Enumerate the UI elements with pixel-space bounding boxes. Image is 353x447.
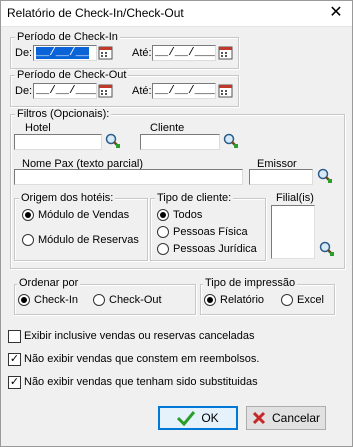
ordenar-legend: Ordenar por bbox=[17, 277, 81, 289]
radio-pessoa-juridica-label: Pessoas Jurídica bbox=[173, 243, 257, 255]
checkout-period-legend: Período de Check-Out bbox=[15, 69, 129, 81]
window-title: Relatório de Check-In/Check-Out bbox=[7, 6, 184, 20]
radio-ordenar-checkout[interactable] bbox=[93, 294, 105, 306]
calendar-icon[interactable] bbox=[218, 45, 234, 61]
calendar-icon[interactable] bbox=[98, 45, 114, 61]
cliente-field[interactable] bbox=[140, 134, 220, 150]
ok-button[interactable]: OK bbox=[158, 406, 238, 430]
cliente-label: Cliente bbox=[150, 122, 185, 134]
checkout-ate-field[interactable]: __/__/____ bbox=[152, 83, 216, 99]
cancel-x-icon bbox=[252, 411, 266, 425]
checkbox-nao-exibir-substituidas-label: Não exibir vendas que tenham sido substi… bbox=[24, 376, 258, 388]
tipo-impressao-legend: Tipo de impressão bbox=[203, 277, 298, 289]
origem-legend: Origem dos hotéis: bbox=[19, 192, 116, 204]
hotel-field[interactable] bbox=[14, 134, 102, 150]
search-icon[interactable] bbox=[104, 132, 122, 150]
radio-pessoa-fisica-label: Pessoas Física bbox=[173, 226, 248, 238]
radio-pessoa-juridica[interactable] bbox=[157, 243, 169, 255]
checkin-period-legend: Período de Check-In bbox=[15, 31, 120, 43]
nome-pax-field[interactable] bbox=[14, 169, 243, 185]
search-icon[interactable] bbox=[316, 167, 334, 185]
checkin-ate-field[interactable]: __/__/____ bbox=[152, 45, 216, 61]
checkout-de-label: De: bbox=[15, 85, 33, 97]
radio-ordenar-checkin[interactable] bbox=[18, 294, 30, 306]
search-icon[interactable] bbox=[318, 240, 336, 258]
radio-modulo-vendas[interactable] bbox=[22, 209, 34, 221]
radio-excel-label: Excel bbox=[297, 294, 324, 306]
radio-ordenar-checkout-label: Check-Out bbox=[109, 294, 162, 306]
hotel-label: Hotel bbox=[25, 122, 51, 134]
checkout-de-field[interactable]: __/__/____ bbox=[33, 83, 97, 99]
emissor-field[interactable] bbox=[249, 169, 313, 185]
checkin-ate-label: Até: bbox=[132, 47, 152, 59]
search-icon[interactable] bbox=[222, 132, 240, 150]
filters-legend: Filtros (Opcionais): bbox=[15, 108, 112, 120]
cancel-button[interactable]: Cancelar bbox=[246, 406, 326, 430]
radio-todos[interactable] bbox=[157, 209, 169, 221]
close-icon[interactable]: ✕ bbox=[323, 3, 349, 23]
filial-label: Filial(is) bbox=[276, 192, 314, 204]
radio-modulo-reservas[interactable] bbox=[22, 234, 34, 246]
tipo-cliente-legend: Tipo de cliente: bbox=[155, 192, 234, 204]
title-bar: Relatório de Check-In/Check-Out ✕ bbox=[0, 0, 353, 27]
calendar-icon[interactable] bbox=[218, 83, 234, 99]
calendar-icon[interactable] bbox=[98, 83, 114, 99]
checkbox-nao-exibir-reembolsos-label: Não exibir vendas que constem em reembol… bbox=[24, 353, 260, 365]
radio-ordenar-checkin-label: Check-In bbox=[34, 294, 79, 306]
radio-pessoa-fisica[interactable] bbox=[157, 226, 169, 238]
radio-todos-label: Todos bbox=[173, 209, 203, 221]
radio-excel[interactable] bbox=[281, 294, 293, 306]
checkbox-incluir-canceladas-label: Exibir inclusive vendas ou reservas canc… bbox=[24, 330, 255, 342]
checkout-ate-label: Até: bbox=[132, 85, 152, 97]
checkbox-nao-exibir-substituidas[interactable]: ✓ bbox=[8, 376, 21, 389]
radio-relatorio-label: Relatório bbox=[220, 294, 265, 306]
checkbox-incluir-canceladas[interactable] bbox=[8, 330, 21, 343]
cancel-label: Cancelar bbox=[271, 411, 321, 425]
checkin-de-field[interactable]: __/__/__ bbox=[33, 45, 97, 61]
radio-modulo-reservas-label: Módulo de Reservas bbox=[38, 234, 139, 246]
checkbox-nao-exibir-reembolsos[interactable]: ✓ bbox=[8, 353, 21, 366]
filial-listbox[interactable] bbox=[271, 205, 315, 259]
ok-label: OK bbox=[201, 411, 219, 425]
checkmark-icon bbox=[177, 411, 196, 426]
checkin-de-label: De: bbox=[15, 47, 33, 59]
radio-modulo-vendas-label: Módulo de Vendas bbox=[38, 209, 130, 221]
radio-relatorio[interactable] bbox=[204, 294, 216, 306]
origem-group bbox=[14, 198, 148, 261]
